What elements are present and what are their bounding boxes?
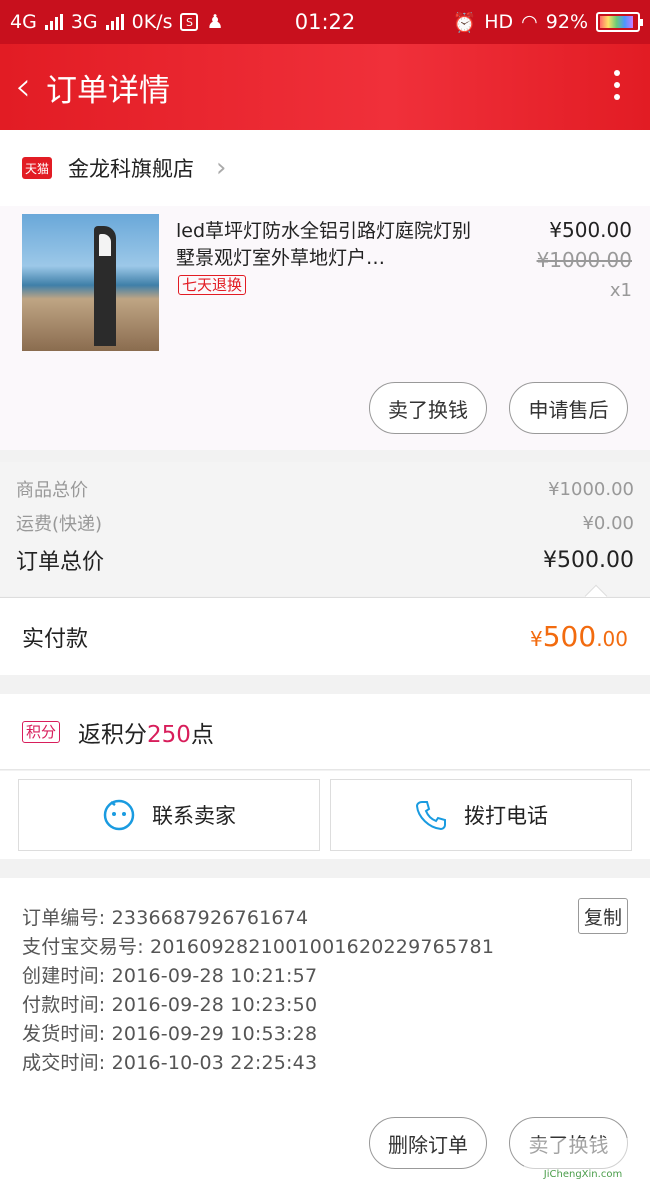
back-button[interactable]: ‹ — [0, 44, 46, 130]
original-price: ¥1000.00 — [536, 248, 632, 272]
shipping-fee: ¥0.00 — [582, 512, 634, 534]
order-item: led草坪灯防水全铝引路灯庭院灯别墅景观灯室外草地灯户… 七天退换 ¥500.0… — [0, 206, 650, 450]
product-price: ¥500.00 — [549, 218, 632, 242]
delete-order-button[interactable]: 删除订单 — [369, 1117, 487, 1169]
paid-amount: ¥500.00 — [530, 620, 628, 653]
shipping-label: 运费(快递) — [16, 514, 103, 535]
shop-name: 金龙科旗舰店 — [68, 157, 194, 181]
return-policy-tag: 七天退换 — [178, 275, 247, 295]
more-dots-icon — [614, 70, 620, 76]
points-badge: 积分 — [22, 720, 61, 743]
product-quantity: x1 — [609, 280, 632, 301]
lamp-image — [94, 226, 116, 346]
after-sale-button[interactable]: 申请售后 — [509, 382, 628, 434]
sim-icon: S — [180, 13, 199, 31]
completed-time: 成交时间: 2016-10-03 22:25:43 — [22, 1052, 318, 1074]
phone-icon — [415, 801, 446, 831]
chat-icon — [103, 799, 135, 831]
sell-button[interactable]: 卖了换钱 — [369, 382, 487, 434]
created-time: 创建时间: 2016-09-28 10:21:57 — [22, 965, 318, 987]
app-header: ‹ 订单详情 — [0, 44, 650, 130]
alipay-number: 支付宝交易号: 2016092821001001620229765781 — [22, 936, 495, 958]
battery-percent: 92% — [545, 11, 588, 33]
copy-button[interactable]: 复制 — [577, 898, 628, 934]
network-3g: 3G — [70, 11, 98, 33]
more-menu-button[interactable] — [614, 70, 620, 100]
order-total-label: 订单总价 — [16, 550, 105, 575]
page-title: 订单详情 — [46, 72, 170, 109]
order-total: ¥500.00 — [543, 547, 634, 573]
net-speed: 0K/s — [131, 11, 173, 33]
call-label: 拨打电话 — [464, 804, 548, 828]
chevron-right-icon: › — [216, 153, 227, 183]
points-row: 积分 返积分250点 — [0, 694, 650, 770]
watermark: JiChengXin.com — [524, 1138, 642, 1180]
goods-total-label: 商品总价 — [16, 480, 88, 501]
shipped-time: 发货时间: 2016-09-29 10:53:28 — [22, 1023, 318, 1045]
status-bar: 4G 3G 0K/s S ♟ 01:22 ⏰ HD ◠ 92% — [0, 0, 650, 44]
goods-total: ¥1000.00 — [548, 478, 634, 500]
contact-seller-button[interactable]: 联系卖家 — [18, 779, 320, 851]
product-title[interactable]: led草坪灯防水全铝引路灯庭院灯别墅景观灯室外草地灯户… — [176, 218, 476, 272]
paid-row: 实付款 ¥500.00 — [0, 597, 650, 675]
network-4g: 4G — [10, 11, 37, 33]
paid-label: 实付款 — [22, 626, 89, 652]
call-button[interactable]: 拨打电话 — [330, 779, 632, 851]
alarm-icon: ⏰ — [452, 11, 477, 34]
contact-row: 联系卖家 拨打电话 — [0, 771, 650, 859]
points-text: 返积分250点 — [78, 721, 214, 748]
contact-seller-label: 联系卖家 — [152, 804, 236, 828]
tmall-icon: 天猫 — [22, 157, 52, 179]
price-summary: 商品总价 ¥1000.00 运费(快递) ¥0.00 订单总价 ¥500.00 — [0, 462, 650, 596]
battery-icon — [596, 12, 643, 32]
wifi-icon: ◠ — [521, 11, 538, 33]
signal-icon — [44, 14, 63, 30]
hd-indicator: HD — [484, 11, 514, 33]
product-image[interactable] — [22, 214, 159, 351]
shop-row[interactable]: 天猫 金龙科旗舰店 › — [0, 130, 650, 206]
signal-icon-2 — [105, 14, 124, 30]
paid-time: 付款时间: 2016-09-28 10:23:50 — [22, 994, 318, 1016]
chevron-left-icon: ‹ — [15, 64, 31, 110]
qq-icon: ♟ — [206, 11, 224, 33]
order-number: 订单编号: 2336687926761674 — [22, 907, 309, 929]
